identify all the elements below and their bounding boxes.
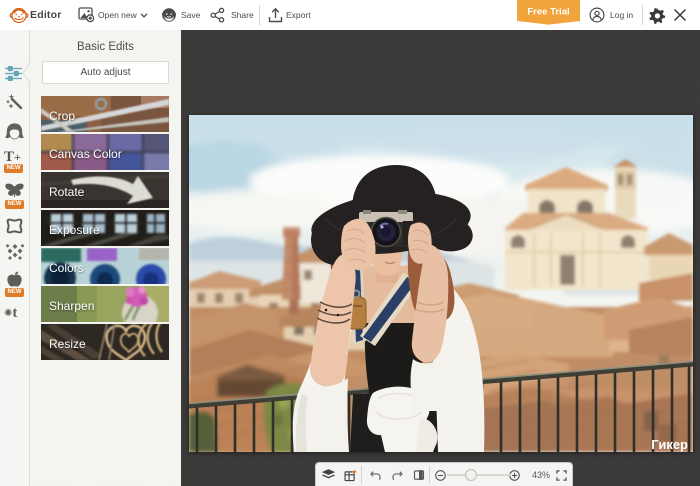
svg-text:Free Trial: Free Trial [527, 7, 569, 18]
svg-text:Гикер: Гикер [651, 437, 688, 452]
